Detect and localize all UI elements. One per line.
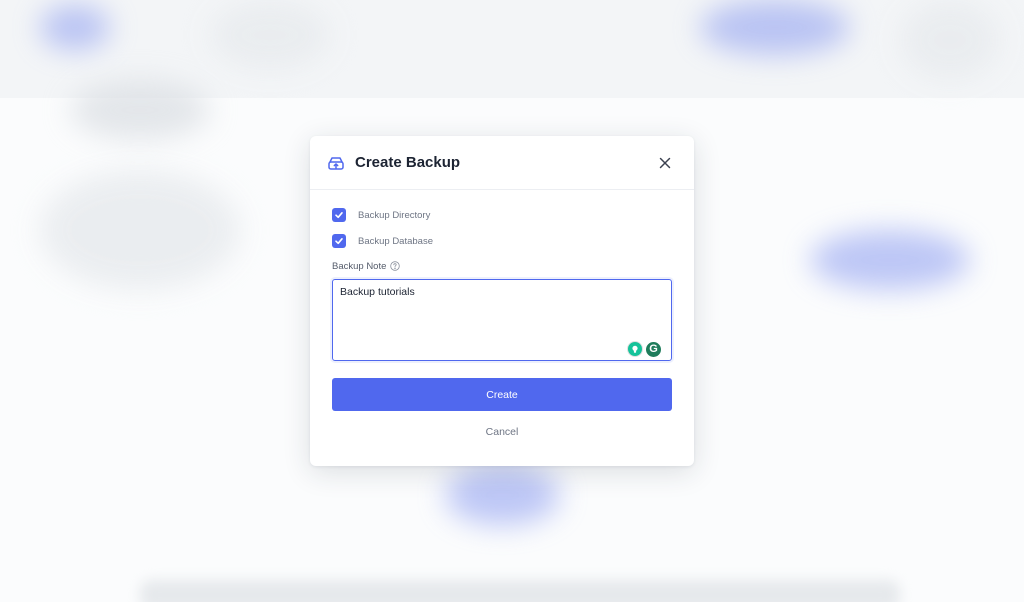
background-footer xyxy=(140,580,900,602)
background-blob xyxy=(40,170,240,290)
backup-note-field[interactable]: Backup tutorials G xyxy=(332,279,672,361)
checkmark-icon xyxy=(335,212,343,219)
grammarly-widget[interactable]: G xyxy=(627,341,661,357)
background-blob xyxy=(445,465,560,525)
dialog-body: Backup Directory Backup Database Backup … xyxy=(310,190,694,439)
background-blob xyxy=(210,0,330,70)
help-circle-icon[interactable] xyxy=(390,261,401,271)
checkmark-icon xyxy=(335,238,343,245)
option-backup-database[interactable]: Backup Database xyxy=(332,233,672,249)
background-blob xyxy=(700,0,850,55)
background-blob xyxy=(40,5,110,50)
backup-database-label: Backup Database xyxy=(358,235,433,247)
option-backup-directory[interactable]: Backup Directory xyxy=(332,207,672,223)
lightbulb-icon[interactable] xyxy=(627,341,643,357)
dialog-title: Create Backup xyxy=(355,154,461,171)
background-blob xyxy=(70,80,210,140)
backup-database-checkbox[interactable] xyxy=(332,234,346,248)
background-blob xyxy=(900,0,1000,80)
close-icon xyxy=(659,157,671,168)
close-button[interactable] xyxy=(656,154,674,172)
backup-note-label-row: Backup Note xyxy=(332,259,672,273)
backup-note-label: Backup Note xyxy=(332,260,387,272)
backup-note-textarea[interactable]: Backup tutorials xyxy=(333,280,671,360)
background-blob xyxy=(810,230,970,290)
create-backup-dialog: Create Backup Backup Directory Backup Da… xyxy=(310,136,694,466)
cancel-button[interactable]: Cancel xyxy=(480,425,525,439)
create-button[interactable]: Create xyxy=(332,378,672,411)
backup-drive-icon xyxy=(327,154,345,172)
dialog-header: Create Backup xyxy=(310,136,694,190)
backup-directory-checkbox[interactable] xyxy=(332,208,346,222)
backup-directory-label: Backup Directory xyxy=(358,209,431,221)
grammarly-icon[interactable]: G xyxy=(646,341,661,357)
